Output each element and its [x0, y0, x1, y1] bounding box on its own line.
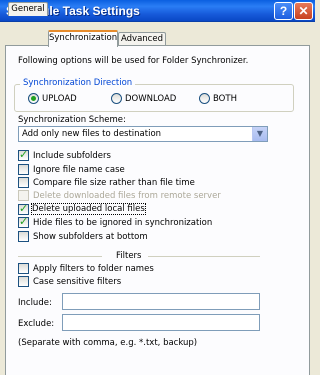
tab-general[interactable]: General [8, 2, 48, 16]
question-icon: ? [279, 4, 288, 18]
exclude-label: Exclude: [18, 319, 55, 329]
chevron-down-icon[interactable]: ▼ [252, 127, 267, 141]
apply-filters-folders-checkbox[interactable] [18, 263, 29, 274]
case-sensitive-checkbox[interactable] [18, 276, 29, 287]
both-radio[interactable] [199, 93, 210, 104]
download-radio[interactable] [111, 93, 122, 104]
apply-filters-folders-label[interactable]: Apply filters to folder names [33, 264, 154, 274]
download-radio-label[interactable]: DOWNLOAD [125, 94, 176, 104]
hide-ignored-label[interactable]: Hide files to be ignored in synchronizat… [33, 218, 212, 228]
delete-downloaded-checkbox [18, 190, 29, 201]
case-sensitive-label[interactable]: Case sensitive filters [33, 277, 121, 287]
settings-dialog: Schedule Task Settings ? ✕ General Synch… [0, 0, 315, 375]
compare-size-checkbox[interactable] [18, 177, 29, 188]
direction-group-label: Synchronization Direction [20, 78, 136, 88]
scheme-select[interactable]: Add only new files to destination ▼ [18, 126, 268, 142]
include-label: Include: [18, 298, 52, 308]
ignore-case-checkbox[interactable] [18, 164, 29, 175]
close-button[interactable]: ✕ [294, 2, 313, 20]
scheme-select-value: Add only new files to destination [22, 129, 162, 139]
close-icon: ✕ [298, 4, 309, 18]
ignore-case-label[interactable]: Ignore file name case [33, 165, 125, 175]
filter-hint: (Separate with comma, e.g. *.txt, backup… [18, 338, 198, 348]
delete-uploaded-label[interactable]: Delete uploaded local files [31, 203, 146, 215]
delete-uploaded-checkbox[interactable] [18, 202, 29, 216]
exclude-input[interactable] [62, 314, 260, 331]
help-button[interactable]: ? [274, 2, 293, 20]
hide-ignored-checkbox[interactable] [18, 215, 29, 229]
filters-separator-left [18, 256, 102, 257]
include-subfolders-checkbox[interactable] [18, 148, 29, 162]
include-subfolders-label[interactable]: Include subfolders [33, 151, 111, 161]
upload-radio-label[interactable]: UPLOAD [42, 94, 77, 104]
filters-heading: Filters [116, 251, 142, 261]
compare-size-label[interactable]: Compare file size rather than file time [33, 178, 195, 188]
scheme-label: Synchronization Scheme: [18, 115, 126, 125]
tab-advanced[interactable]: Advanced [118, 32, 166, 46]
include-input[interactable] [62, 293, 260, 310]
intro-text: Following options will be used for Folde… [18, 56, 249, 66]
tab-synchronization[interactable]: Synchronization [48, 30, 118, 47]
upload-radio[interactable] [28, 93, 39, 104]
both-radio-label[interactable]: BOTH [213, 94, 237, 104]
filters-separator-right [148, 256, 260, 257]
subfolders-bottom-checkbox[interactable] [18, 231, 29, 242]
delete-downloaded-label: Delete downloaded files from remote serv… [33, 191, 221, 201]
subfolders-bottom-label[interactable]: Show subfolders at bottom [33, 232, 148, 242]
